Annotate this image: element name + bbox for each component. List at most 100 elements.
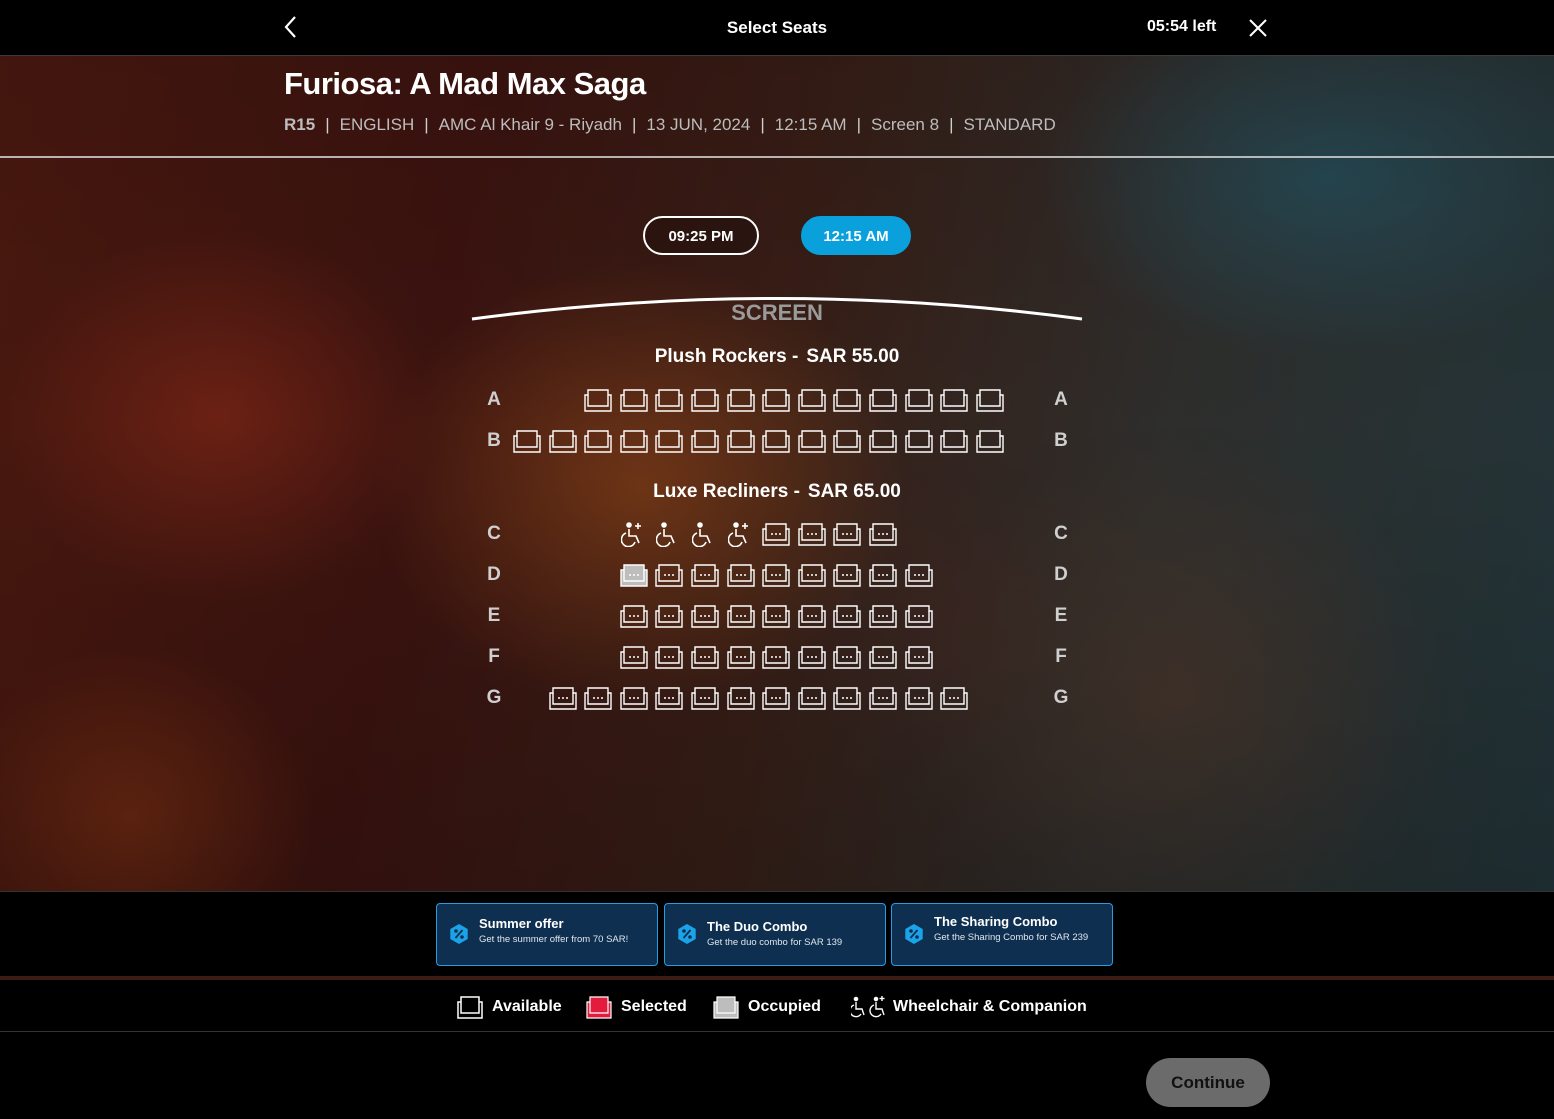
seat-available[interactable] [832,644,862,670]
seat-available[interactable] [726,428,756,454]
seat-available[interactable] [690,603,720,629]
seat-available[interactable] [904,644,934,670]
seat-available[interactable] [797,644,827,670]
seat-available[interactable] [583,428,613,454]
seat-available[interactable] [654,644,684,670]
seat-available[interactable] [726,685,756,711]
row-label-a-left: A [487,389,501,410]
seat-available[interactable] [797,603,827,629]
seat-available[interactable] [654,603,684,629]
seat-available[interactable] [797,387,827,413]
seat-available[interactable] [619,644,649,670]
seat-available[interactable] [868,685,898,711]
seat-available[interactable] [512,428,542,454]
seat-available[interactable] [797,428,827,454]
seat-available[interactable] [868,644,898,670]
seat-available[interactable] [868,603,898,629]
seat-available[interactable] [939,685,969,711]
seat-available[interactable] [797,521,827,547]
seat-available[interactable] [832,603,862,629]
row-label-c-right: C [1054,523,1068,544]
seat-available[interactable] [654,685,684,711]
seat-available[interactable] [975,387,1005,413]
seat-available[interactable] [761,644,791,670]
seat-available[interactable] [654,562,684,588]
seat-available[interactable] [761,603,791,629]
continue-button[interactable]: Continue [1146,1058,1270,1107]
legend-label: Available [492,998,562,1015]
wheelchair-seat-icon[interactable] [656,521,682,547]
legend-label: Selected [621,998,687,1015]
seat-available[interactable] [761,387,791,413]
seat-available[interactable] [904,387,934,413]
close-icon[interactable] [1246,16,1270,40]
seat-available[interactable] [690,428,720,454]
seat-available[interactable] [619,603,649,629]
seat-available[interactable] [761,685,791,711]
companion-seat-icon[interactable] [727,521,754,547]
row-label-f-right: F [1055,646,1067,667]
seat-available[interactable] [761,521,791,547]
page-title: Select Seats [726,18,828,37]
row-label-f-left: F [488,646,500,667]
seat-available[interactable] [619,428,649,454]
seat-available[interactable] [761,428,791,454]
show-date: 13 JUN, 2024 [646,115,751,134]
seat-available[interactable] [868,521,898,547]
seat-available[interactable] [548,685,578,711]
seat-available[interactable] [904,428,934,454]
seat-available[interactable] [832,562,862,588]
showtime-0925pm-button[interactable]: 09:25 PM [643,216,759,255]
seat-available[interactable] [690,644,720,670]
wheelchair-icon [849,993,891,1021]
offer-card-duo[interactable]: The Duo Combo Get the duo combo for SAR … [664,903,886,966]
selected-seat-icon [583,993,615,1021]
section-title-luxe: Luxe Recliners - SAR 65.00 [0,481,1554,503]
seat-available[interactable] [832,428,862,454]
seat-available[interactable] [654,428,684,454]
seat-available[interactable] [904,603,934,629]
seat-available[interactable] [619,685,649,711]
offer-card-summer[interactable]: Summer offer Get the summer offer from 7… [436,903,658,966]
seat-available[interactable] [690,387,720,413]
seat-available[interactable] [548,428,578,454]
seat-available[interactable] [868,428,898,454]
seat-available[interactable] [726,603,756,629]
seat-available[interactable] [726,562,756,588]
section-title-plush: Plush Rockers - SAR 55.00 [0,346,1554,368]
seat-available[interactable] [583,387,613,413]
section-price: SAR 65.00 [807,481,901,502]
available-seat-icon [454,993,486,1021]
offer-card-sharing[interactable]: The Sharing Combo Get the Sharing Combo … [891,903,1113,966]
wheelchair-seat-icon[interactable] [692,521,718,547]
screen-label: SCREEN [731,300,823,325]
seat-available[interactable] [654,387,684,413]
seat-available[interactable] [619,387,649,413]
seat-available[interactable] [832,685,862,711]
row-label-b-left: B [487,430,501,451]
seat-available[interactable] [797,562,827,588]
seat-available[interactable] [832,521,862,547]
offer-title: The Duo Combo [707,919,808,934]
seat-available[interactable] [690,562,720,588]
seat-available[interactable] [583,685,613,711]
seat-available[interactable] [975,428,1005,454]
seat-available[interactable] [761,562,791,588]
offer-description: Get the duo combo for SAR 139 [707,937,843,948]
seat-available[interactable] [726,387,756,413]
footer [0,1033,1554,1119]
seat-available[interactable] [904,562,934,588]
seat-available[interactable] [868,562,898,588]
offer-title: The Sharing Combo [934,914,1058,929]
seat-available[interactable] [904,685,934,711]
seat-available[interactable] [797,685,827,711]
seat-available[interactable] [868,387,898,413]
showtime-1215am-button[interactable]: 12:15 AM [801,216,911,255]
seat-available[interactable] [939,428,969,454]
seat-available[interactable] [939,387,969,413]
seat-available[interactable] [832,387,862,413]
seat-available[interactable] [690,685,720,711]
companion-seat-icon[interactable] [620,521,647,547]
poster-background [0,56,1554,976]
seat-available[interactable] [726,644,756,670]
